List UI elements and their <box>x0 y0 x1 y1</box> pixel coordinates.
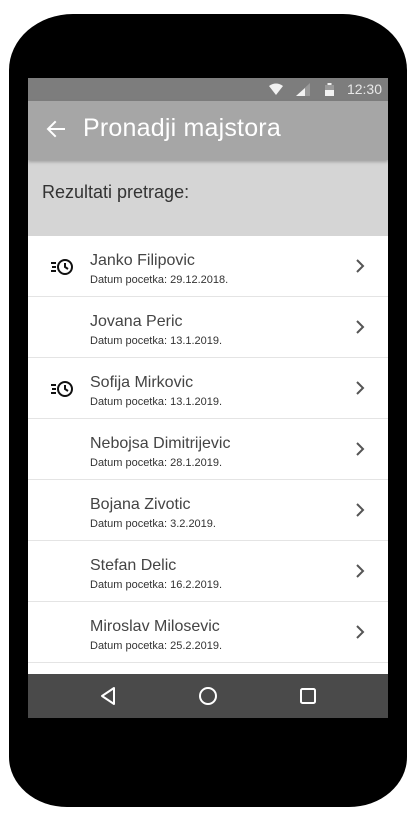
chevron-right-icon <box>356 259 365 273</box>
list-item-name: Stefan Delic <box>90 557 177 574</box>
list-item-date: Datum pocetka: 29.12.2018. <box>90 274 229 286</box>
navigation-bar <box>28 674 388 718</box>
signal-icon <box>296 83 310 96</box>
list-item-date: Datum pocetka: 28.1.2019. <box>90 457 223 469</box>
list-item-name: Nebojsa Dimitrijevic <box>90 435 231 452</box>
wifi-icon <box>269 83 283 95</box>
history-icon <box>51 259 73 275</box>
battery-icon <box>325 83 334 96</box>
chevron-right-icon <box>356 625 365 639</box>
chevron-right-icon <box>356 503 365 517</box>
home-circle-icon[interactable] <box>198 686 218 706</box>
app-bar: Pronadji majstora <box>28 101 388 160</box>
list-item-name: Sofija Mirkovic <box>90 374 194 391</box>
recents-square-icon[interactable] <box>298 686 318 706</box>
list-item[interactable]: Bojana Zivotic Datum pocetka: 3.2.2019. <box>28 480 388 541</box>
status-bar: 12:30 <box>28 78 388 101</box>
list-item[interactable]: Sofija Mirkovic Datum pocetka: 13.1.2019… <box>28 358 388 419</box>
list-item[interactable]: Stefan Delic Datum pocetka: 16.2.2019. <box>28 541 388 602</box>
list-item-date: Datum pocetka: 13.1.2019. <box>90 396 223 408</box>
results-header: Rezultati pretrage: <box>28 160 388 236</box>
results-list: Janko Filipovic Datum pocetka: 29.12.201… <box>28 236 388 663</box>
chevron-right-icon <box>356 564 365 578</box>
list-item-name: Bojana Zivotic <box>90 496 191 513</box>
page-title: Pronadji majstora <box>83 114 281 142</box>
list-item-name: Miroslav Milosevic <box>90 618 220 635</box>
list-item[interactable]: Janko Filipovic Datum pocetka: 29.12.201… <box>28 236 388 297</box>
list-item-date: Datum pocetka: 13.1.2019. <box>90 335 223 347</box>
status-time: 12:30 <box>346 81 382 97</box>
screen: 12:30 Pronadji majstora Rezultati pretra… <box>28 78 388 718</box>
list-item-name: Janko Filipovic <box>90 252 195 269</box>
results-header-label: Rezultati pretrage: <box>42 182 190 202</box>
history-icon <box>51 381 73 397</box>
back-triangle-icon[interactable] <box>99 686 119 706</box>
chevron-right-icon <box>356 381 365 395</box>
arrow-left-icon[interactable] <box>44 117 68 141</box>
list-item[interactable]: Nebojsa Dimitrijevic Datum pocetka: 28.1… <box>28 419 388 480</box>
chevron-right-icon <box>356 320 365 334</box>
list-item[interactable]: Jovana Peric Datum pocetka: 13.1.2019. <box>28 297 388 358</box>
list-item-date: Datum pocetka: 3.2.2019. <box>90 518 216 530</box>
chevron-right-icon <box>356 442 365 456</box>
list-item-date: Datum pocetka: 16.2.2019. <box>90 579 223 591</box>
list-item-date: Datum pocetka: 25.2.2019. <box>90 640 223 652</box>
list-item[interactable]: Miroslav Milosevic Datum pocetka: 25.2.2… <box>28 602 388 663</box>
list-item-name: Jovana Peric <box>90 313 183 330</box>
